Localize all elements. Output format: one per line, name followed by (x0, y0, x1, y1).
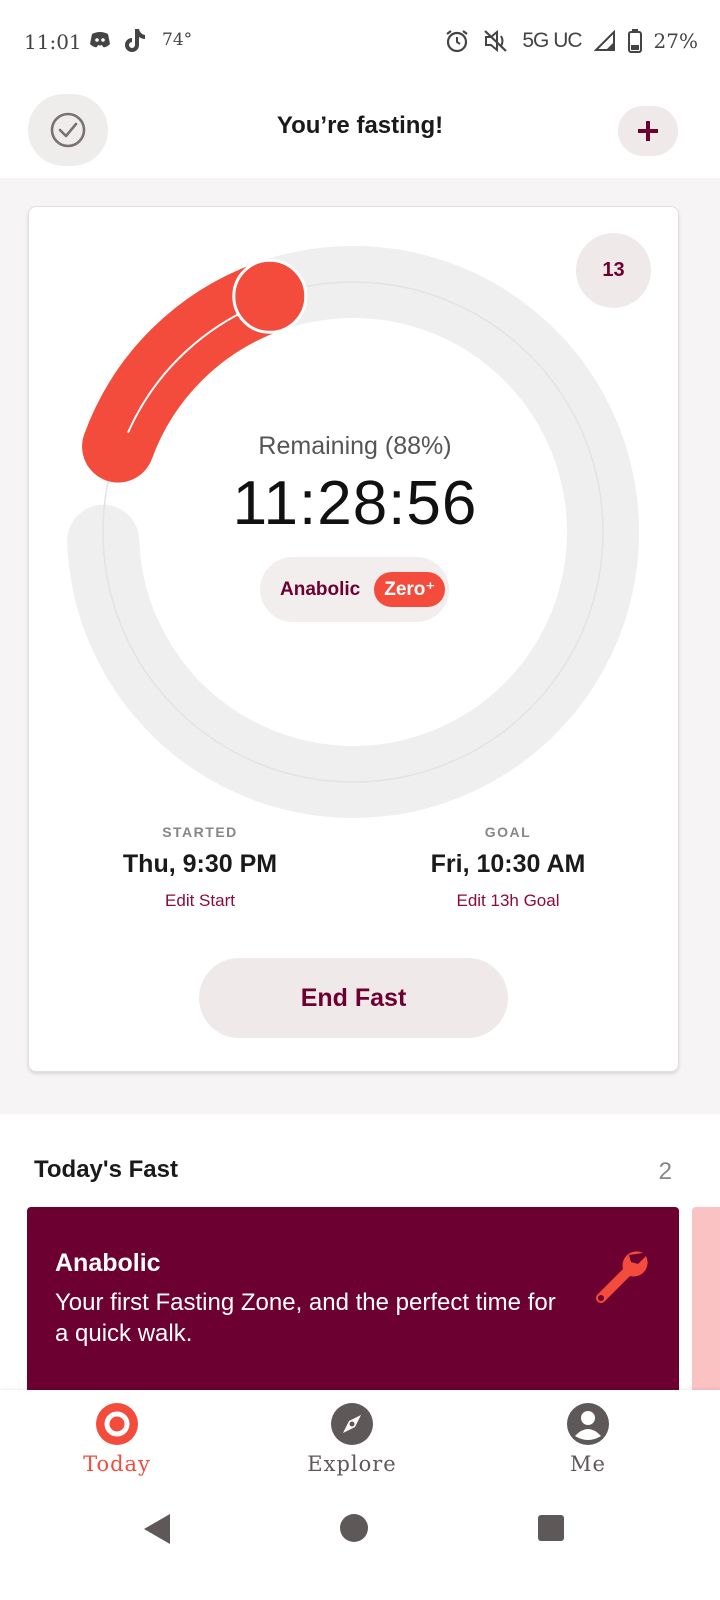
todays-fast-count: 2 (658, 1158, 672, 1185)
zone-name: Anabolic (280, 578, 361, 600)
wrench-icon (596, 1251, 648, 1303)
remaining-label: Remaining (88%) (258, 432, 452, 460)
time-remaining: 11:28:56 (232, 469, 478, 538)
todays-fast-title: Today's Fast (34, 1156, 178, 1183)
goal-label: GOAL (484, 824, 532, 840)
fasting-zone-badge[interactable]: 13 (576, 233, 651, 308)
system-navigation-bar (0, 1494, 720, 1600)
edit-start-link[interactable]: Edit Start (70, 891, 330, 911)
bottom-navigation: Today Explore Me (0, 1390, 720, 1494)
edit-goal-link[interactable]: Edit 13h Goal (378, 891, 638, 911)
recents-icon[interactable] (537, 1514, 565, 1542)
home-icon[interactable] (338, 1512, 370, 1544)
started-column: STARTED Thu, 9:30 PM Edit Start (70, 824, 330, 911)
end-fast-button[interactable]: End Fast (199, 958, 508, 1038)
current-zone-pill[interactable]: Anabolic Zero⁺ (260, 557, 449, 622)
started-label: STARTED (162, 824, 238, 840)
profile-icon (567, 1403, 609, 1445)
zone-card[interactable]: Anabolic Your first Fasting Zone, and th… (27, 1207, 679, 1407)
nav-today-label: Today (83, 1452, 151, 1476)
nav-today[interactable]: Today (37, 1402, 197, 1476)
zone-card-text: Your first Fasting Zone, and the perfect… (55, 1289, 556, 1347)
nav-explore-label: Explore (307, 1452, 397, 1476)
nav-me[interactable]: Me (508, 1402, 668, 1476)
next-zone-card-peek[interactable] (692, 1207, 720, 1407)
compass-icon (331, 1403, 373, 1445)
goal-column: GOAL Fri, 10:30 AM Edit 13h Goal (378, 824, 638, 911)
today-icon (96, 1403, 138, 1445)
goal-value: Fri, 10:30 AM (430, 850, 586, 878)
nav-me-label: Me (570, 1452, 606, 1476)
zero-plus-badge: Zero⁺ (374, 572, 446, 607)
progress-knob (232, 258, 308, 334)
back-icon[interactable] (142, 1512, 172, 1546)
nav-explore[interactable]: Explore (272, 1402, 432, 1476)
zone-card-title: Anabolic (55, 1249, 161, 1277)
started-value: Thu, 9:30 PM (122, 850, 278, 878)
